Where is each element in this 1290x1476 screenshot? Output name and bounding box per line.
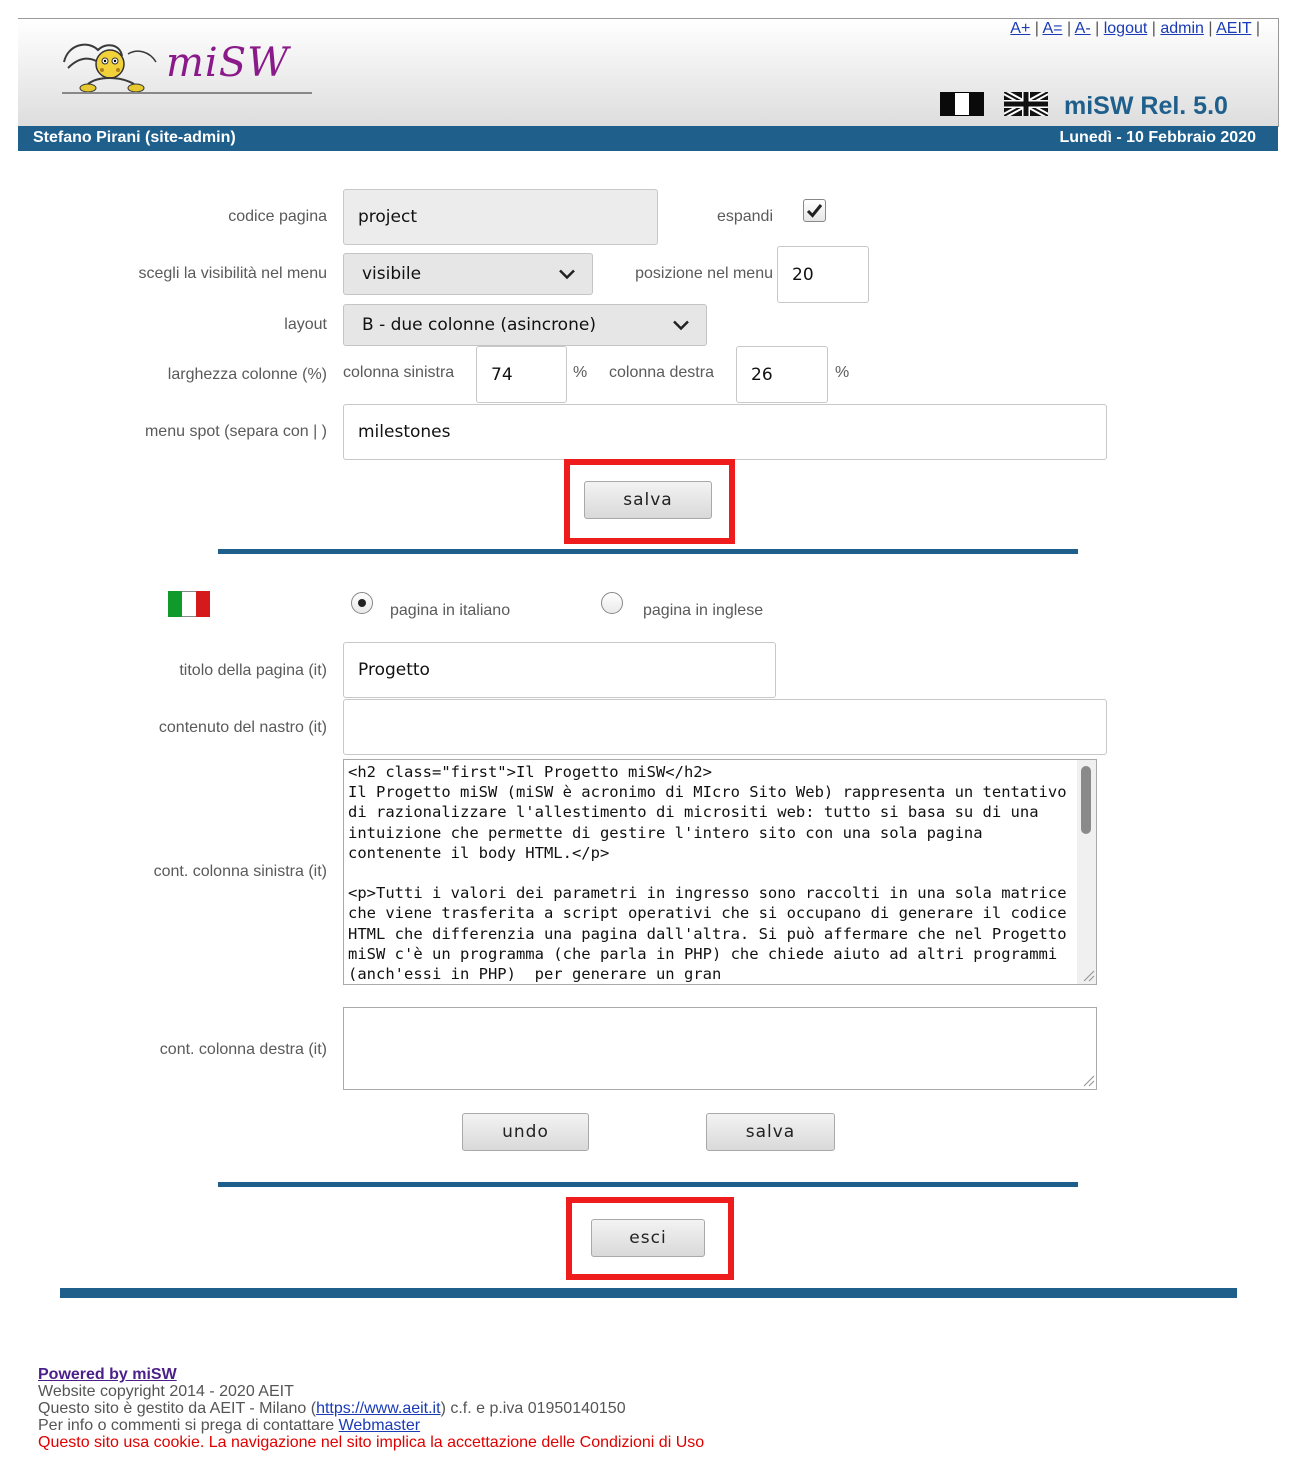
aeit-site-link[interactable]: https://www.aeit.it (316, 1400, 441, 1417)
current-date: Lunedì - 10 Febbraio 2020 (1059, 129, 1257, 146)
colonna-sinistra-field[interactable]: 74 (476, 346, 567, 403)
logout-link[interactable]: logout (1104, 20, 1148, 37)
marsupilami-logo-icon (63, 43, 157, 93)
colonna-sinistra-label: colonna sinistra (343, 364, 455, 381)
italian-flag-icon (168, 591, 210, 617)
checkmark-icon (806, 204, 823, 218)
top-links: A+ | A= | A- | logout | admin | AEIT | (1010, 20, 1260, 37)
menu-spot-field[interactable]: milestones (343, 404, 1107, 460)
italian-flag-icon[interactable] (940, 92, 985, 116)
visibilita-label: scegli la visibilità nel menu (138, 265, 327, 282)
menu-spot-label: menu spot (separa con | ) (144, 423, 327, 440)
section-divider (218, 1182, 1078, 1187)
titolo-label: titolo della pagina (it) (179, 662, 327, 679)
scrollbar-thumb[interactable] (1081, 766, 1091, 834)
admin-link[interactable]: admin (1160, 20, 1204, 37)
colonna-destra-label: colonna destra (609, 364, 714, 381)
posizione-label: posizione nel menu (635, 265, 773, 282)
chevron-down-icon (559, 269, 575, 280)
english-flag-icon[interactable] (1002, 89, 1050, 119)
larghezza-label: larghezza colonne (%) (167, 366, 327, 383)
salva-settings-button[interactable]: salva (584, 481, 712, 519)
layout-label: layout (284, 316, 327, 333)
font-reset-link[interactable]: A= (1042, 20, 1062, 37)
radio-italiano-label: pagina in italiano (390, 602, 511, 619)
radio-selected-dot (358, 599, 366, 607)
aeit-link[interactable]: AEIT (1216, 20, 1251, 37)
logo-text: miSW (166, 40, 290, 86)
salva-content-button[interactable]: salva (706, 1113, 835, 1151)
textarea-scrollbar[interactable] (1077, 760, 1096, 984)
footer-divider (60, 1288, 1237, 1298)
info-text: Per info o commenti si prega di contatta… (38, 1417, 421, 1434)
radio-inglese[interactable] (601, 592, 623, 614)
col-destra-textarea[interactable] (343, 1007, 1097, 1090)
posizione-menu-field[interactable]: 20 (777, 246, 869, 303)
percent-sign: % (573, 364, 588, 381)
layout-select[interactable]: B - due colonne (asincrone) (343, 304, 707, 346)
section-divider (218, 549, 1078, 554)
radio-inglese-label: pagina in inglese (643, 602, 764, 619)
resize-handle-icon[interactable] (1081, 1073, 1095, 1087)
colonna-destra-field[interactable]: 26 (736, 346, 828, 403)
chevron-down-icon (673, 320, 689, 331)
gestito-text: Questo sito è gestito da AEIT - Milano (… (38, 1400, 626, 1417)
codice-label: codice pagina (228, 208, 327, 225)
col-sinistra-content-label: cont. colonna sinistra (it) (153, 863, 327, 880)
visibilita-select[interactable]: visibile (343, 253, 593, 295)
undo-button[interactable]: undo (462, 1113, 589, 1151)
user-name: Stefano Pirani (site-admin) (33, 129, 236, 146)
logo-underline (62, 92, 312, 94)
powered-by-link[interactable]: Powered by miSW (38, 1366, 177, 1383)
col-destra-content-label: cont. colonna destra (it) (159, 1041, 327, 1058)
esci-button[interactable]: esci (591, 1219, 705, 1257)
nastro-field[interactable] (343, 699, 1107, 755)
user-bar: Stefano Pirani (site-admin) Lunedì - 10 … (18, 126, 1278, 151)
cookie-notice: Questo sito usa cookie. La navigazione n… (38, 1434, 705, 1451)
font-decrease-link[interactable]: A- (1075, 20, 1091, 37)
webmaster-link[interactable]: Webmaster (339, 1417, 421, 1434)
percent-sign: % (835, 364, 850, 381)
col-sinistra-textarea[interactable]: <h2 class="first">Il Progetto miSW</h2> … (343, 759, 1097, 985)
visibilita-value: visibile (362, 264, 422, 284)
radio-italiano[interactable] (351, 592, 373, 614)
codice-pagina-field[interactable]: project (343, 189, 658, 245)
release-label: miSW Rel. 5.0 (1064, 92, 1228, 120)
copyright-text: Website copyright 2014 - 2020 AEIT (38, 1383, 294, 1400)
espandi-checkbox[interactable] (803, 199, 826, 222)
font-increase-link[interactable]: A+ (1010, 20, 1030, 37)
layout-value: B - due colonne (asincrone) (362, 315, 596, 335)
titolo-pagina-field[interactable]: Progetto (343, 642, 776, 698)
nastro-label: contenuto del nastro (it) (158, 719, 327, 736)
resize-handle-icon[interactable] (1081, 968, 1095, 982)
footer: Powered by miSW Website copyright 2014 -… (38, 1366, 1238, 1451)
espandi-label: espandi (716, 208, 773, 225)
